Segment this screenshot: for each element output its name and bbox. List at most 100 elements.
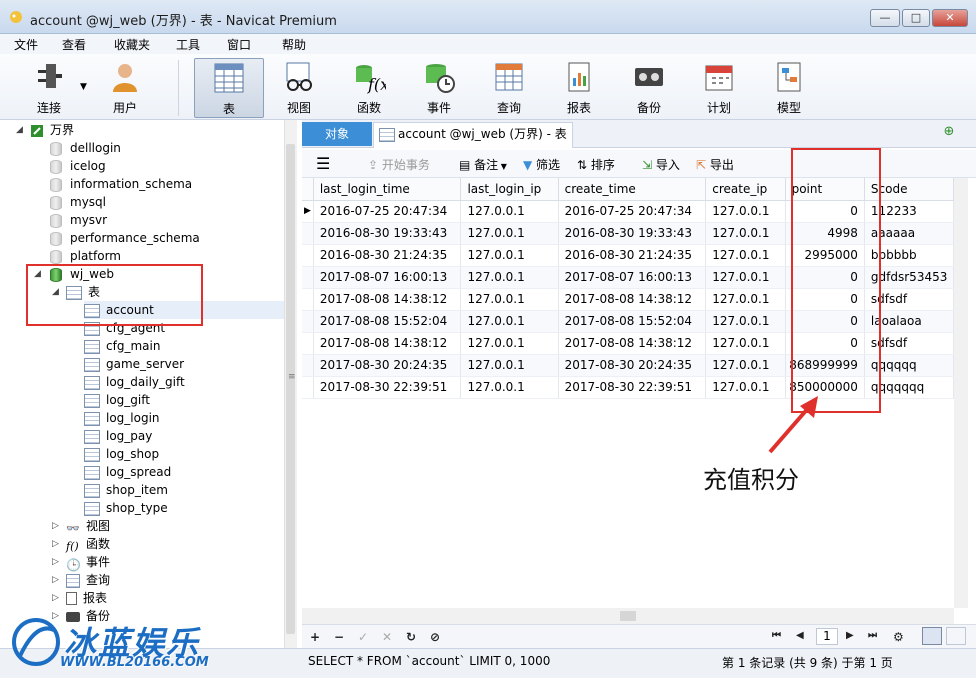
grid-cell-last_login_ip[interactable]: 127.0.0.1 [460,376,559,399]
form-view-icon[interactable] [946,627,966,645]
tree-table[interactable]: shop_type [84,499,168,517]
page-number-input[interactable]: 1 [816,628,838,645]
tree-scrollbar-thumb[interactable] [286,144,295,634]
grid-cell-create_time[interactable]: 2017-08-08 14:38:12 [558,332,707,355]
menu-help[interactable]: 帮助 [282,36,306,53]
expand-arrow-icon[interactable]: ▷ [52,539,59,549]
settings-gear-icon[interactable]: ⚙ [893,630,904,644]
expand-arrow-icon[interactable]: ▷ [52,593,59,603]
grid-cell-create_ip[interactable]: 127.0.0.1 [705,354,786,377]
grid-cell-create_time[interactable]: 2016-08-30 19:33:43 [558,222,707,245]
tree-table[interactable]: log_gift [84,391,150,409]
next-page-icon[interactable]: ▶ [846,630,854,641]
schedule-button[interactable]: 计划 [684,58,754,118]
tree-table[interactable]: log_daily_gift [84,373,185,391]
grid-cell-create_time[interactable]: 2017-08-08 15:52:04 [558,310,707,333]
grid-cell-last_login_ip[interactable]: 127.0.0.1 [460,354,559,377]
grid-cell-last_login_ip[interactable]: 127.0.0.1 [460,200,559,223]
grid-cell-create_ip[interactable]: 127.0.0.1 [705,288,786,311]
tree-db[interactable]: icelog [50,157,106,175]
note-button[interactable]: ▤ 备注 ▼ [459,156,507,173]
grid-cell-last_login_time[interactable]: 2017-08-30 20:24:35 [313,354,462,377]
row-marker[interactable]: ▶ [302,200,314,223]
grid-cell-create_time[interactable]: 2017-08-30 22:39:51 [558,376,707,399]
sort-button[interactable]: ⇅ 排序 [577,156,615,173]
tree-group-queries[interactable]: 查询 [66,571,110,589]
row-marker[interactable] [302,244,314,267]
tree-db[interactable]: delllogin [50,139,121,157]
connect-button[interactable]: 连接 [14,58,84,118]
query-button[interactable]: 查询 [474,58,544,118]
event-button[interactable]: 事件 [404,58,474,118]
grid-cell-last_login_ip[interactable]: 127.0.0.1 [460,332,559,355]
tree-table[interactable]: shop_item [84,481,168,499]
row-marker[interactable] [302,354,314,377]
tree-group-reports[interactable]: 报表 [66,589,107,607]
row-marker[interactable] [302,222,314,245]
refresh-icon[interactable]: ↻ [406,630,416,644]
minimize-button[interactable]: — [870,9,900,27]
chevron-down-icon[interactable]: ▼ [80,82,87,92]
model-button[interactable]: 模型 [754,58,824,118]
column-header[interactable]: create_ip [705,178,786,201]
expand-arrow-icon[interactable]: ▷ [52,557,59,567]
tree-table[interactable]: log_pay [84,427,152,445]
backup-button[interactable]: 备份 [614,58,684,118]
tree-db[interactable]: information_schema [50,175,192,193]
row-marker[interactable] [302,310,314,333]
grid-cell-last_login_ip[interactable]: 127.0.0.1 [460,288,559,311]
grid-cell-last_login_ip[interactable]: 127.0.0.1 [460,310,559,333]
tree-db[interactable]: mysvr [50,211,107,229]
menu-file[interactable]: 文件 [14,36,38,53]
expand-arrow-icon[interactable]: ▷ [52,521,59,531]
menu-view[interactable]: 查看 [62,36,86,53]
grid-cell-create_time[interactable]: 2016-07-25 20:47:34 [558,200,707,223]
grid-cell-create_time[interactable]: 2017-08-30 20:24:35 [558,354,707,377]
import-button[interactable]: ⇲ 导入 [642,156,680,173]
last-page-icon[interactable]: ⏭ [868,630,877,641]
grid-cell-last_login_time[interactable]: 2016-08-30 21:24:35 [313,244,462,267]
discard-icon[interactable]: ✕ [382,630,392,644]
new-tab-icon[interactable]: ⊕ [938,124,960,144]
tree-db[interactable]: performance_schema [50,229,200,247]
tree-table[interactable]: game_server [84,355,184,373]
export-button[interactable]: ⇱ 导出 [696,156,734,173]
tab-account[interactable]: account @wj_web (万界) - 表 [373,122,573,148]
first-page-icon[interactable]: ⏮ [772,630,781,641]
apply-icon[interactable]: ✓ [358,630,368,644]
close-button[interactable]: ✕ [932,9,968,27]
grid-cell-create_ip[interactable]: 127.0.0.1 [705,266,786,289]
grid-cell-last_login_time[interactable]: 2017-08-08 14:38:12 [313,332,462,355]
user-button[interactable]: 用户 [90,58,160,118]
grid-cell-create_time[interactable]: 2016-08-30 21:24:35 [558,244,707,267]
tree-table[interactable]: cfg_main [84,337,160,355]
stop-icon[interactable]: ⊘ [430,630,440,644]
view-button[interactable]: 视图 [264,58,334,118]
menu-tools[interactable]: 工具 [176,36,200,53]
tree-group-views[interactable]: 👓 视图 [66,517,110,535]
add-record-icon[interactable]: + [310,630,320,644]
tree-table[interactable]: log_login [84,409,160,427]
grid-cell-last_login_time[interactable]: 2017-08-30 22:39:51 [313,376,462,399]
delete-record-icon[interactable]: − [334,630,344,644]
column-header[interactable]: last_login_ip [460,178,559,201]
menu-hamburger-icon[interactable]: ☰ [316,154,330,173]
grid-cell-create_ip[interactable]: 127.0.0.1 [705,332,786,355]
grid-cell-create_ip[interactable]: 127.0.0.1 [705,222,786,245]
grid-cell-last_login_time[interactable]: 2016-08-30 19:33:43 [313,222,462,245]
grid-cell-last_login_time[interactable]: 2016-07-25 20:47:34 [313,200,462,223]
grid-cell-last_login_ip[interactable]: 127.0.0.1 [460,222,559,245]
grid-cell-last_login_ip[interactable]: 127.0.0.1 [460,266,559,289]
grid-cell-create_time[interactable]: 2017-08-08 14:38:12 [558,288,707,311]
grid-cell-last_login_time[interactable]: 2017-08-07 16:00:13 [313,266,462,289]
tree-db[interactable]: platform [50,247,121,265]
table-button[interactable]: 表 [194,58,264,118]
grid-horizontal-scrollbar-thumb[interactable] [620,611,636,621]
grid-cell-create_ip[interactable]: 127.0.0.1 [705,244,786,267]
grid-cell-last_login_ip[interactable]: 127.0.0.1 [460,244,559,267]
filter-button[interactable]: ▼ 筛选 [523,156,560,173]
grid-cell-last_login_time[interactable]: 2017-08-08 15:52:04 [313,310,462,333]
splitter-handle[interactable]: ≡ [288,372,296,382]
row-marker[interactable] [302,376,314,399]
grid-view-icon[interactable] [922,627,942,645]
